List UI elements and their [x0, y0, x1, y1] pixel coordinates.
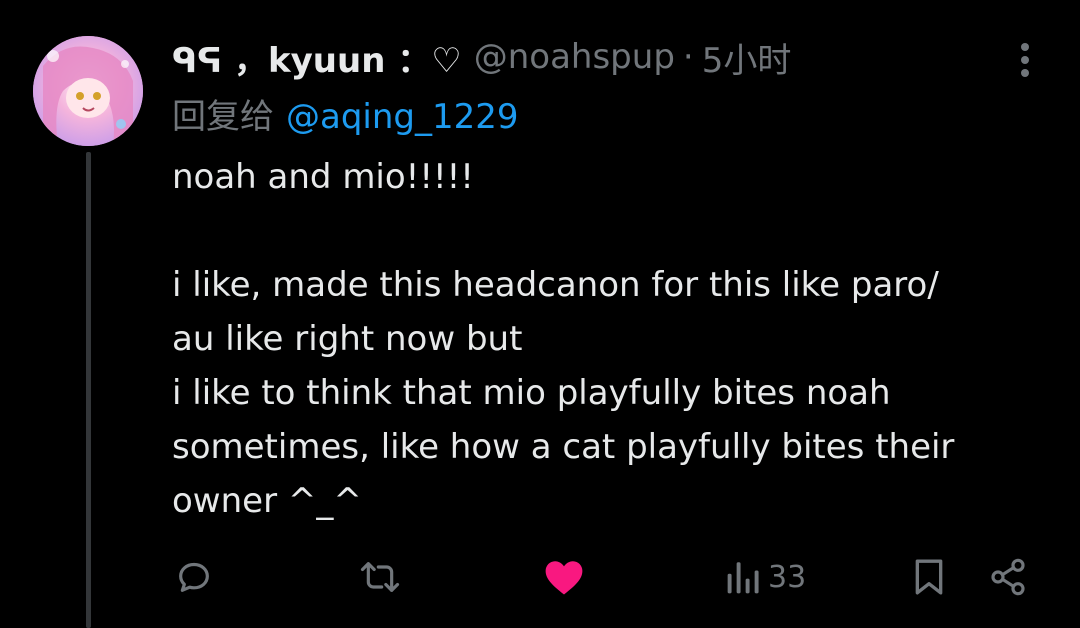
reply-icon [179, 562, 209, 592]
views-count: 33 [768, 559, 807, 595]
body-line: i like to think that mio playfully bites… [172, 373, 891, 413]
action-bar: 33 [0, 545, 1080, 605]
share-icon [991, 558, 1025, 596]
user-handle[interactable]: @noahspup [474, 37, 675, 77]
reply-button[interactable] [174, 557, 214, 597]
reply-context: 回复给 @aqing_1229 [172, 89, 519, 138]
avatar-image [33, 36, 143, 146]
bookmark-button[interactable] [912, 557, 946, 597]
body-line: noah and mio!!!!! [172, 157, 474, 197]
more-options-button[interactable] [1010, 40, 1040, 80]
repost-icon [360, 562, 400, 592]
body-line: au like right now but [172, 319, 523, 359]
reply-to-link[interactable]: @aqing_1229 [286, 97, 519, 137]
avatar[interactable] [33, 36, 143, 146]
body-line: sometimes, like how a cat playfully bite… [172, 427, 955, 467]
heart-filled-icon [545, 561, 583, 595]
share-button[interactable] [988, 557, 1028, 597]
like-button[interactable] [543, 557, 585, 597]
more-vertical-icon [1021, 43, 1029, 77]
body-line: i like, made this headcanon for this lik… [172, 265, 939, 305]
display-name[interactable]: ᑫᕋ ，kyuun ：♡ [172, 33, 462, 82]
tweet-body: noah and mio!!!!! i like, made this head… [172, 150, 1042, 528]
body-line: owner ^_^ [172, 481, 362, 521]
timestamp[interactable]: 5小时 [702, 33, 792, 82]
views-button[interactable]: 33 [726, 557, 806, 597]
analytics-icon [727, 562, 759, 594]
repost-button[interactable] [358, 557, 402, 597]
reply-prefix: 回复给 [172, 97, 274, 137]
bookmark-icon [915, 559, 943, 595]
tweet-header: ᑫᕋ ，kyuun ：♡ @noahspup · 5小时 [172, 33, 792, 82]
separator-dot: · [682, 37, 694, 77]
